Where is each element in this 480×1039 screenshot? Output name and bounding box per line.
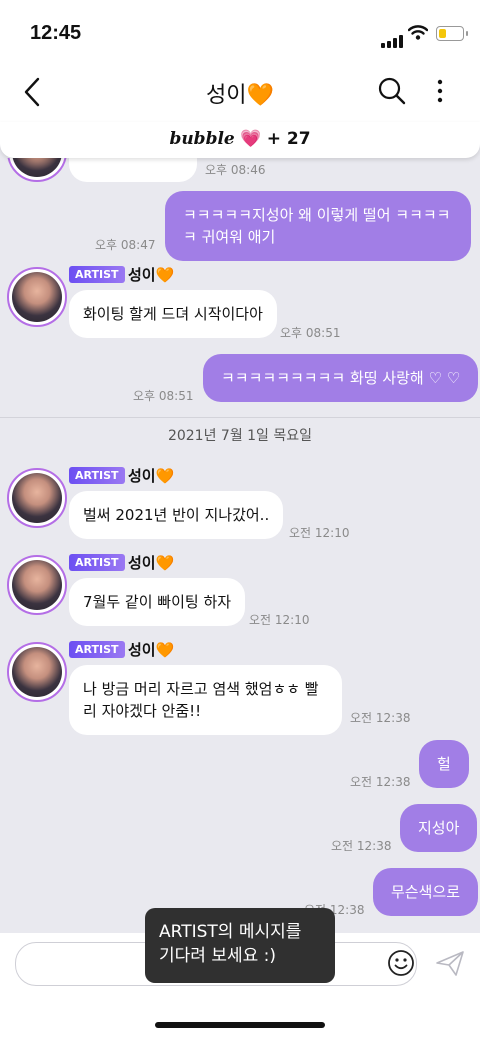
chat-header: 성이🧡 <box>0 62 480 122</box>
artist-badge: ARTIST <box>69 641 125 658</box>
message-bubble-incoming: 나 방금 머리 자르고 염색 했엄ㅎㅎ 빨리 자야겠다 안줌!! <box>69 665 342 735</box>
bubble-logo: bubble <box>169 129 235 149</box>
message-time: 오후 08:47 <box>95 238 156 252</box>
message-time: 오전 12:38 <box>331 839 392 853</box>
status-time: 12:45 <box>30 22 82 44</box>
message-bubble-outgoing: 헐 <box>419 740 469 788</box>
message-time: 오전 12:38 <box>350 775 411 789</box>
emoji-button[interactable] <box>387 949 415 981</box>
sender-name: 성이🧡 <box>128 467 175 485</box>
message-time: 오후 08:51 <box>133 389 194 403</box>
artist-avatar[interactable] <box>7 468 67 528</box>
message-bubble-incoming: 7월두 같이 빠이팅 하자 <box>69 578 246 626</box>
message-bubble-incoming <box>69 158 197 182</box>
message-time: 오전 12:10 <box>289 526 350 540</box>
bubble-count: + 27 <box>266 129 311 149</box>
artist-avatar[interactable] <box>7 158 67 182</box>
message-bubble-outgoing: 무슨색으로 <box>373 868 479 916</box>
chat-title-name: 성이 <box>206 83 247 108</box>
send-button[interactable] <box>435 949 465 981</box>
orange-heart-icon: 🧡 <box>155 467 175 485</box>
artist-avatar[interactable] <box>7 267 67 327</box>
more-vertical-icon <box>437 79 443 103</box>
artist-badge: ARTIST <box>69 266 125 283</box>
sender-name: 성이🧡 <box>128 266 175 284</box>
chat-title: 성이🧡 <box>0 77 480 109</box>
message-bubble-outgoing: ㅋㅋㅋㅋㅋㅋㅋㅋㅋ 화띵 사랑해 ♡ ♡ <box>203 354 479 402</box>
orange-heart-icon: 🧡 <box>155 266 175 284</box>
message-time: 오후 08:51 <box>280 326 341 340</box>
home-indicator[interactable] <box>155 1022 325 1028</box>
message-bubble-incoming: 화이팅 할게 드뎌 시작이다아 <box>69 290 277 338</box>
artist-badge: ARTIST <box>69 554 125 571</box>
send-icon <box>436 951 464 976</box>
search-icon <box>378 77 406 105</box>
artist-badge: ARTIST <box>69 467 125 484</box>
chat-scroll-area[interactable]: 오후 08:46 ㅋㅋㅋㅋㅋ지성아 왜 이렇게 떨어 ㅋㅋㅋㅋㅋ 귀여워 애기 … <box>0 158 480 933</box>
date-divider: 2021년 7월 1일 목요일 <box>167 428 313 444</box>
message-bubble-incoming: 벌써 2021년 반이 지나갔어.. <box>69 491 284 539</box>
message-bubble-outgoing: 지성아 <box>400 804 478 852</box>
orange-heart-icon: 🧡 <box>155 641 175 659</box>
orange-heart-icon: 🧡 <box>155 554 175 572</box>
sender-name: 성이🧡 <box>128 554 175 572</box>
artist-avatar[interactable] <box>7 555 67 615</box>
toast-message: ARTIST의 메시지를 기다려 보세요 :) <box>145 908 335 983</box>
wifi-icon <box>407 24 429 44</box>
pink-heart-icon: 💗 <box>240 129 262 149</box>
battery-icon <box>436 26 468 41</box>
bubble-count-banner[interactable]: bubble 💗 + 27 <box>0 122 480 158</box>
message-time: 오후 08:46 <box>205 163 266 177</box>
message-time: 오전 12:10 <box>249 613 310 627</box>
smiley-icon <box>388 950 414 976</box>
orange-heart-icon: 🧡 <box>246 83 274 108</box>
message-bubble-outgoing: ㅋㅋㅋㅋㅋ지성아 왜 이렇게 떨어 ㅋㅋㅋㅋㅋ 귀여워 애기 <box>165 191 471 261</box>
status-bar: 12:45 <box>0 0 480 62</box>
message-time: 오전 12:38 <box>350 711 411 725</box>
search-button[interactable] <box>377 76 407 110</box>
date-divider-line <box>0 417 480 418</box>
sender-name: 성이🧡 <box>128 641 175 659</box>
cellular-signal-icon <box>381 29 405 48</box>
more-options-button[interactable] <box>430 76 450 110</box>
artist-avatar[interactable] <box>7 642 67 702</box>
